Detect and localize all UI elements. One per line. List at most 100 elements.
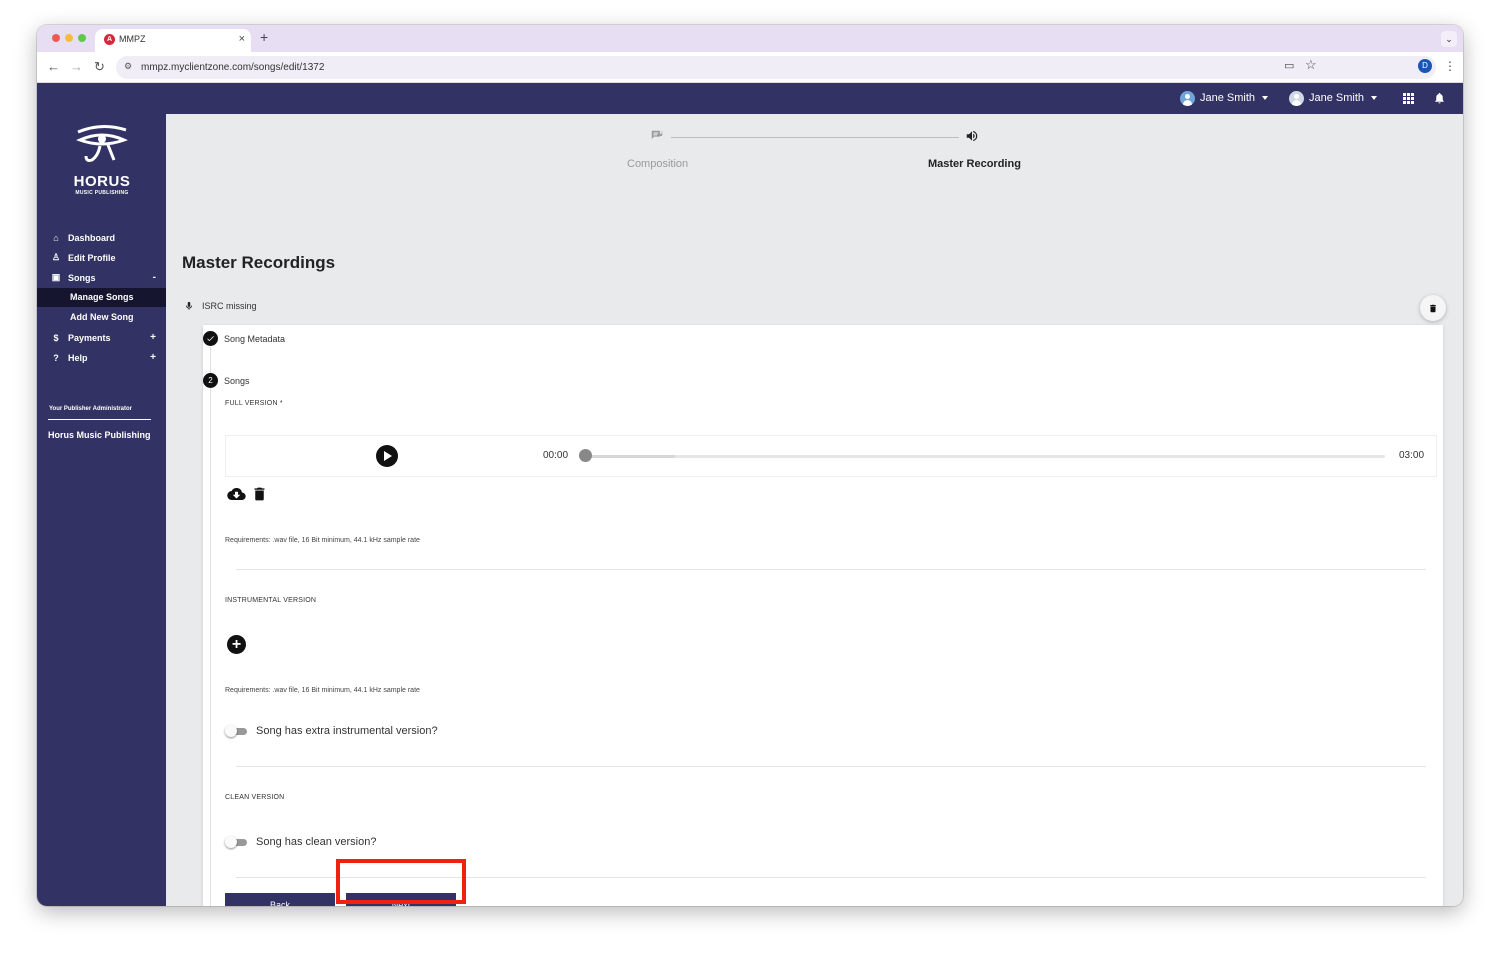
trash-icon[interactable] bbox=[251, 485, 268, 503]
logo-subtext: MUSIC PUBLISHING bbox=[75, 190, 129, 196]
play-icon[interactable] bbox=[376, 445, 398, 467]
top-stepper: Composition Master Recording bbox=[166, 114, 1463, 204]
sidebar: HORUS MUSIC PUBLISHING ⌂ Dashboard ♙ Edi… bbox=[37, 114, 166, 906]
sidebar-item-edit-profile[interactable]: ♙ Edit Profile bbox=[37, 248, 166, 267]
address-bar-row: ← → ↻ ⚙ mmpz.myclientzone.com/songs/edit… bbox=[37, 52, 1463, 83]
clean-version-toggle-row: Song has clean version? bbox=[225, 836, 376, 848]
sidebar-item-label: Help bbox=[68, 352, 88, 363]
browser-tab[interactable]: A MMPZ × bbox=[95, 29, 251, 52]
sidebar-item-songs[interactable]: ▣ Songs - bbox=[37, 268, 166, 287]
clean-version-toggle[interactable] bbox=[225, 836, 248, 848]
lyrics-icon[interactable] bbox=[650, 129, 664, 143]
next-button-highlight bbox=[336, 859, 466, 904]
vstep-label: Songs bbox=[224, 375, 250, 386]
user-menu-2[interactable]: Jane Smith bbox=[1289, 90, 1378, 106]
instrumental-requirements: Requirements: .wav file, 16 Bit minimum,… bbox=[225, 687, 420, 694]
close-window-button[interactable] bbox=[52, 34, 60, 42]
sidebar-item-label: Payments bbox=[68, 332, 111, 343]
seek-track[interactable] bbox=[585, 455, 1385, 458]
eye-of-horus-logo-icon bbox=[76, 125, 128, 162]
logo-text: HORUS bbox=[73, 173, 131, 190]
stepper-connector bbox=[671, 137, 959, 138]
vstep-songs[interactable]: 2 Songs bbox=[203, 373, 250, 388]
reload-icon[interactable]: ↻ bbox=[94, 60, 105, 74]
apps-grid-icon[interactable] bbox=[1403, 93, 1414, 104]
file-actions bbox=[225, 485, 268, 503]
horus-logo[interactable]: HORUS MUSIC PUBLISHING bbox=[67, 122, 137, 196]
volume-icon[interactable] bbox=[965, 129, 979, 143]
user-name: Jane Smith bbox=[1200, 92, 1256, 104]
sidebar-item-help[interactable]: ? Help + bbox=[37, 348, 166, 367]
expand-toggle[interactable]: + bbox=[150, 352, 156, 363]
tab-strip: A MMPZ × + ⌄ bbox=[37, 25, 1463, 52]
extra-instrumental-toggle-row: Song has extra instrumental version? bbox=[225, 725, 438, 737]
minimize-window-button[interactable] bbox=[65, 34, 73, 42]
main-content: Composition Master Recording Master Reco… bbox=[166, 114, 1463, 906]
seek-thumb[interactable] bbox=[579, 449, 592, 462]
sidebar-item-dashboard[interactable]: ⌂ Dashboard bbox=[37, 228, 166, 247]
publisher-name: Horus Music Publishing bbox=[48, 430, 151, 440]
user-avatar-icon bbox=[1180, 90, 1195, 106]
clean-version-label: CLEAN VERSION bbox=[225, 794, 285, 801]
step-composition[interactable]: Composition bbox=[627, 158, 688, 170]
sidebar-item-manage-songs[interactable]: Manage Songs bbox=[37, 288, 166, 307]
audio-player: 00:00 03:00 bbox=[225, 435, 1437, 477]
vstep-label: Song Metadata bbox=[224, 333, 286, 344]
divider bbox=[236, 569, 1426, 570]
tab-search-chevron-icon[interactable]: ⌄ bbox=[1441, 31, 1457, 47]
browser-window: A MMPZ × + ⌄ ← → ↻ ⚙ mmpz.myclientzone.c… bbox=[37, 25, 1463, 906]
check-icon bbox=[203, 331, 218, 346]
user-avatar-icon bbox=[1289, 90, 1304, 106]
forward-arrow-icon[interactable]: → bbox=[70, 60, 83, 74]
sidebar-item-label: Songs bbox=[68, 272, 96, 283]
url-bar[interactable]: ⚙ mmpz.myclientzone.com/songs/edit/1372 bbox=[116, 56, 1436, 79]
extra-instrumental-label: Song has extra instrumental version? bbox=[256, 725, 438, 737]
user-name: Jane Smith bbox=[1309, 92, 1365, 104]
publisher-admin-label: Your Publisher Administrator bbox=[49, 406, 133, 412]
back-arrow-icon[interactable]: ← bbox=[47, 60, 60, 74]
microphone-icon bbox=[186, 301, 192, 310]
buffered-bar bbox=[585, 455, 675, 458]
back-button[interactable]: Back bbox=[225, 893, 335, 906]
expand-toggle[interactable]: + bbox=[150, 332, 156, 343]
sidebar-item-payments[interactable]: $ Payments + bbox=[37, 328, 166, 347]
caret-down-icon bbox=[1371, 96, 1378, 100]
bookmark-star-icon[interactable]: ☆ bbox=[1305, 57, 1317, 73]
new-tab-button[interactable]: + bbox=[260, 30, 268, 44]
maximize-window-button[interactable] bbox=[78, 34, 86, 42]
cast-icon[interactable]: ▭ bbox=[1284, 59, 1294, 72]
sidebar-item-label: Dashboard bbox=[68, 232, 116, 243]
user-menu-1[interactable]: Jane Smith bbox=[1180, 90, 1269, 106]
instrumental-version-label: INSTRUMENTAL VERSION bbox=[225, 597, 317, 604]
profile-avatar[interactable]: D bbox=[1418, 59, 1432, 73]
current-time: 00:00 bbox=[543, 450, 569, 461]
site-info-icon[interactable]: ⚙ bbox=[124, 61, 132, 72]
isrc-status: ISRC missing bbox=[202, 301, 257, 311]
full-version-requirements: Requirements: .wav file, 16 Bit minimum,… bbox=[225, 537, 420, 544]
delete-recording-button[interactable] bbox=[1420, 295, 1446, 321]
extra-instrumental-toggle[interactable] bbox=[225, 725, 248, 737]
sidebar-item-add-new-song[interactable]: Add New Song bbox=[37, 308, 166, 327]
vstep-song-metadata[interactable]: Song Metadata bbox=[203, 331, 285, 346]
url-text[interactable]: mmpz.myclientzone.com/songs/edit/1372 bbox=[141, 62, 324, 73]
sidebar-item-label: Edit Profile bbox=[68, 252, 116, 263]
total-time: 03:00 bbox=[1399, 450, 1425, 461]
browser-menu-icon[interactable]: ⋮ bbox=[1444, 59, 1456, 73]
vertical-stepper-line bbox=[210, 347, 211, 906]
tab-close-icon[interactable]: × bbox=[239, 33, 245, 45]
profile-icon: ♙ bbox=[51, 252, 61, 262]
step-master-recording[interactable]: Master Recording bbox=[928, 158, 1021, 170]
recording-form-card: Song Metadata 2 Songs FULL VERSION * 00:… bbox=[203, 325, 1443, 906]
home-icon: ⌂ bbox=[53, 232, 59, 243]
clean-version-toggle-label: Song has clean version? bbox=[256, 836, 377, 848]
app-header: Jane Smith Jane Smith bbox=[37, 83, 1463, 114]
collapse-toggle[interactable]: - bbox=[153, 272, 156, 283]
bell-icon[interactable] bbox=[1433, 91, 1446, 105]
divider bbox=[236, 766, 1426, 767]
full-version-label: FULL VERSION * bbox=[225, 400, 283, 407]
step-number: 2 bbox=[203, 373, 218, 388]
add-file-icon[interactable]: + bbox=[227, 635, 246, 654]
cloud-download-icon[interactable] bbox=[225, 485, 248, 503]
divider bbox=[48, 419, 151, 420]
recording-header: ISRC missing bbox=[184, 300, 257, 312]
